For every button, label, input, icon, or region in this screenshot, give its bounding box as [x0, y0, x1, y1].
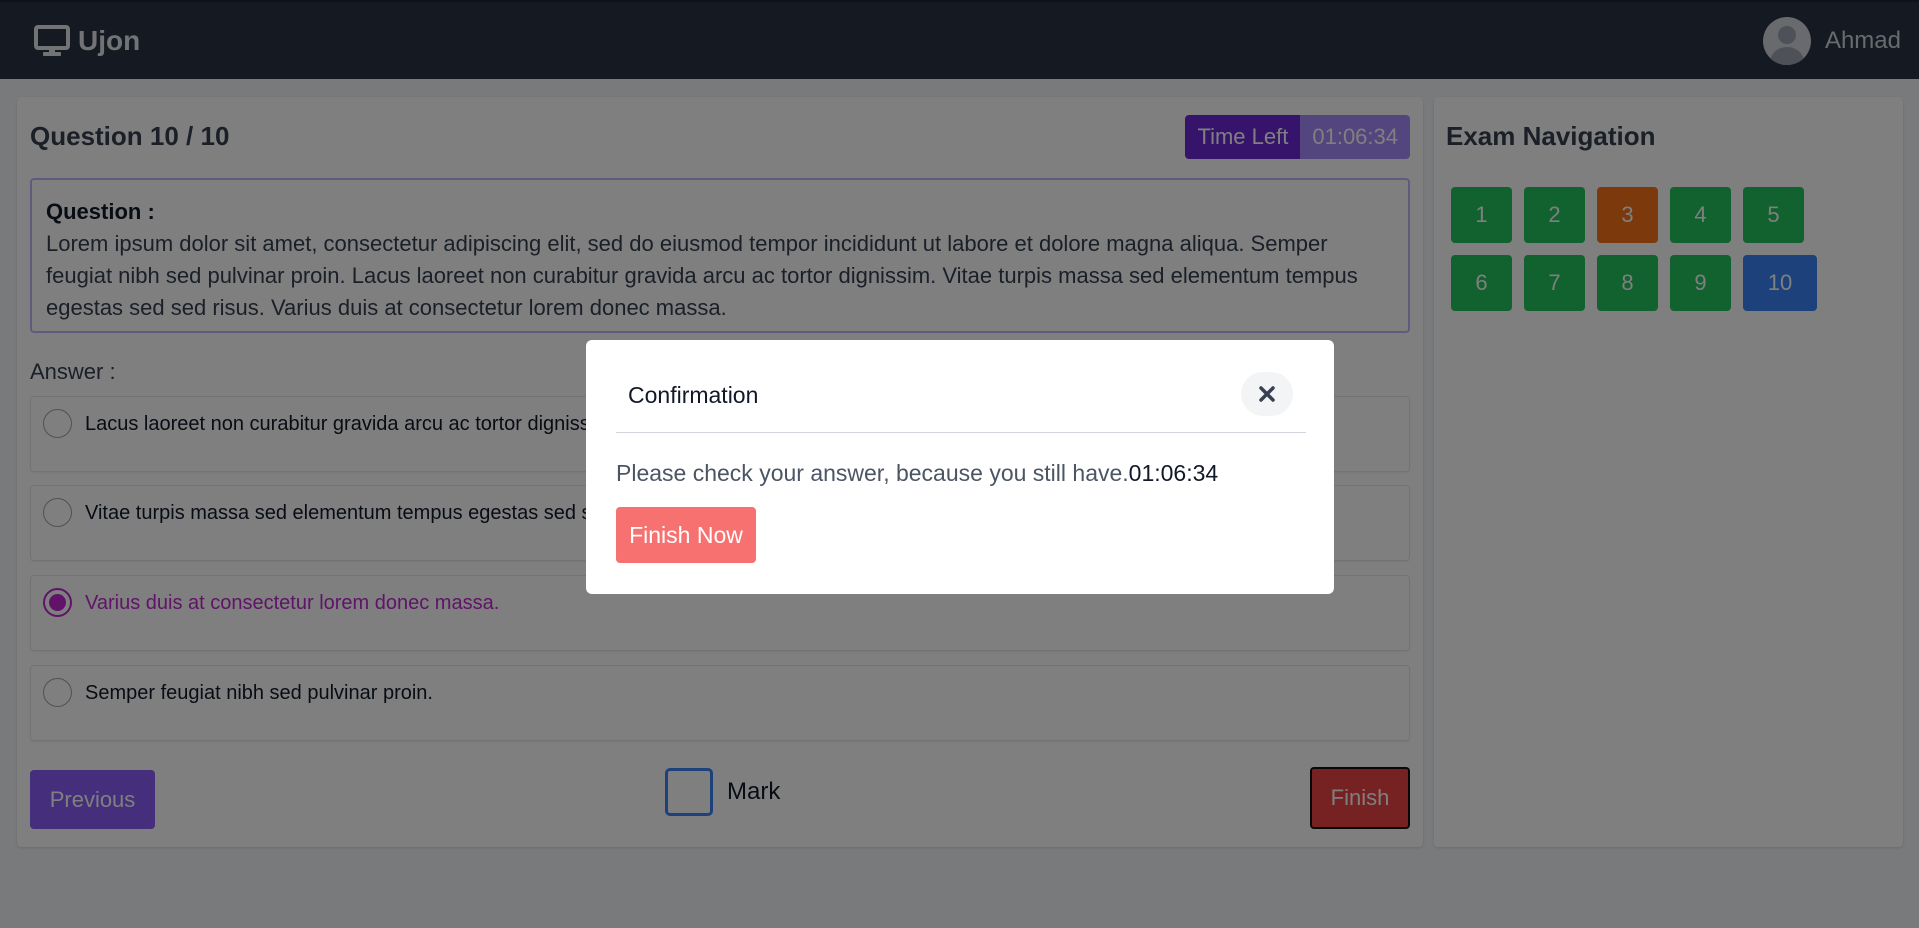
confirmation-modal: Confirmation Please check your answer, b…	[586, 340, 1334, 594]
modal-remaining-time: 01:06:34	[1128, 460, 1219, 486]
modal-message-text: Please check your answer, because you st…	[616, 460, 1129, 486]
close-button[interactable]	[1241, 372, 1293, 416]
finish-now-button[interactable]: Finish Now	[616, 507, 756, 563]
close-icon	[1259, 386, 1275, 402]
modal-header: Confirmation	[616, 370, 1306, 433]
modal-title: Confirmation	[628, 382, 759, 408]
modal-message: Please check your answer, because you st…	[616, 460, 1218, 487]
